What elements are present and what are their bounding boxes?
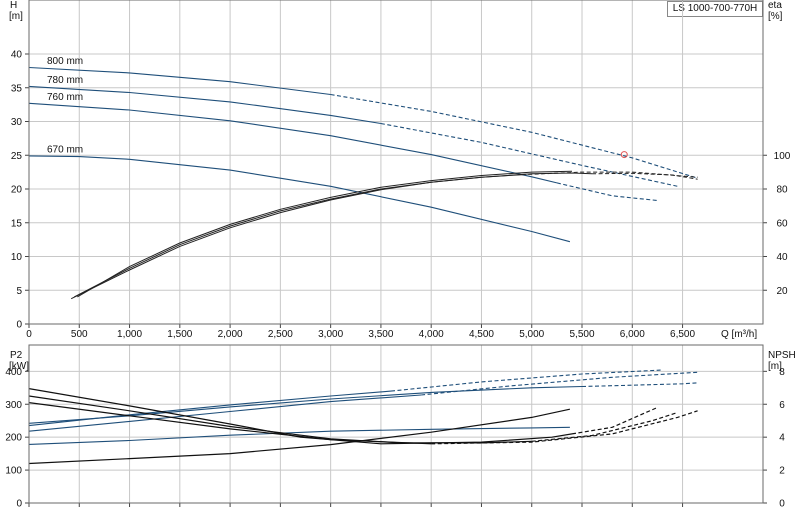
x-tick-label: 5,000 <box>519 329 544 340</box>
impeller-diameter-label: 670 mm <box>47 144 83 155</box>
x-tick-label: 5,500 <box>569 329 594 340</box>
x-tick-label: 500 <box>71 329 88 340</box>
x-tick-label: 1,000 <box>117 329 142 340</box>
y-left-tick-label: 0 <box>16 499 22 510</box>
y-left-tick-label: 35 <box>11 83 23 94</box>
x-axis-label: Q [m³/h] <box>721 329 757 340</box>
npsh-curve-2-extension <box>571 406 658 435</box>
head-curve-3 <box>28 102 558 184</box>
y-left-tick-label: 25 <box>11 151 23 162</box>
y-left-tick-label: 40 <box>11 50 23 61</box>
power-curve-3-extension <box>581 382 698 388</box>
y-right-axis-name: NPSH <box>768 350 796 361</box>
y-left-tick-label: 300 <box>5 400 22 411</box>
efficiency-curve-3-extension <box>521 171 698 178</box>
x-tick-label: 3,500 <box>368 329 393 340</box>
duty-point-marker <box>620 151 628 159</box>
x-tick-label: 2,500 <box>268 329 293 340</box>
y-right-axis-name: eta <box>768 0 782 11</box>
pump-performance-chart: LS 1000-700-770H 0 500 1,000 1,500 2,000 2,50… <box>0 0 800 520</box>
efficiency-curve-2-extension <box>592 172 698 180</box>
y-left-tick-label: 0 <box>16 320 22 331</box>
y-right-tick-label: 4 <box>779 433 785 444</box>
x-tick-label: 2,000 <box>218 329 243 340</box>
plot-frame <box>28 0 764 325</box>
y-left-tick-label: 10 <box>11 252 23 263</box>
y-right-tick-label: 2 <box>779 466 785 477</box>
x-tick-label: 0 <box>26 329 32 340</box>
y-right-axis-unit: [%] <box>768 11 783 22</box>
y-left-tick-label: 100 <box>5 466 22 477</box>
head-curve-1-extension <box>330 93 698 179</box>
y-right-tick-label: 0 <box>779 499 785 510</box>
x-tick-label: 6,500 <box>670 329 695 340</box>
head-curve-3-extension <box>556 182 658 202</box>
efficiency-curve-2 <box>73 172 593 298</box>
y-right-tick-label: 100 <box>774 151 791 162</box>
y-left-tick-label: 15 <box>11 218 23 229</box>
y-right-tick-label: 6 <box>779 400 785 411</box>
head-curve-4 <box>28 155 571 243</box>
y-right-tick-label: 60 <box>776 218 788 229</box>
y-right-axis-unit: [m] <box>768 361 782 372</box>
y-left-axis-name: H <box>10 0 17 11</box>
x-tick-label: 3,000 <box>318 329 343 340</box>
efficiency-curve-3 <box>70 174 522 300</box>
impeller-diameter-label: 800 mm <box>47 56 83 67</box>
efficiency-curve-1 <box>77 170 573 298</box>
y-right-tick-label: 80 <box>776 185 788 196</box>
impeller-diameter-label: 780 mm <box>47 75 83 86</box>
x-tick-label: 6,000 <box>620 329 645 340</box>
impeller-diameter-label: 760 mm <box>47 92 83 103</box>
x-tick-label: 1,500 <box>167 329 192 340</box>
x-tick-label: 4,500 <box>469 329 494 340</box>
power-curve-3 <box>28 385 583 424</box>
y-left-axis-unit: [kW] <box>9 361 29 372</box>
y-left-tick-label: 20 <box>11 185 23 196</box>
y-right-tick-label: 20 <box>776 286 788 297</box>
y-left-axis-name: P2 <box>10 350 23 361</box>
y-left-axis-unit: [m] <box>9 11 23 22</box>
chart-svg: 0 500 1,000 1,500 2,000 2,500 3,000 3,500 4,000 4… <box>5 0 796 510</box>
y-left-tick-label: 200 <box>5 433 22 444</box>
y-left-tick-label: 5 <box>16 286 22 297</box>
y-right-tick-label: 40 <box>776 252 788 263</box>
y-left-tick-label: 30 <box>11 117 23 128</box>
x-tick-label: 4,000 <box>419 329 444 340</box>
